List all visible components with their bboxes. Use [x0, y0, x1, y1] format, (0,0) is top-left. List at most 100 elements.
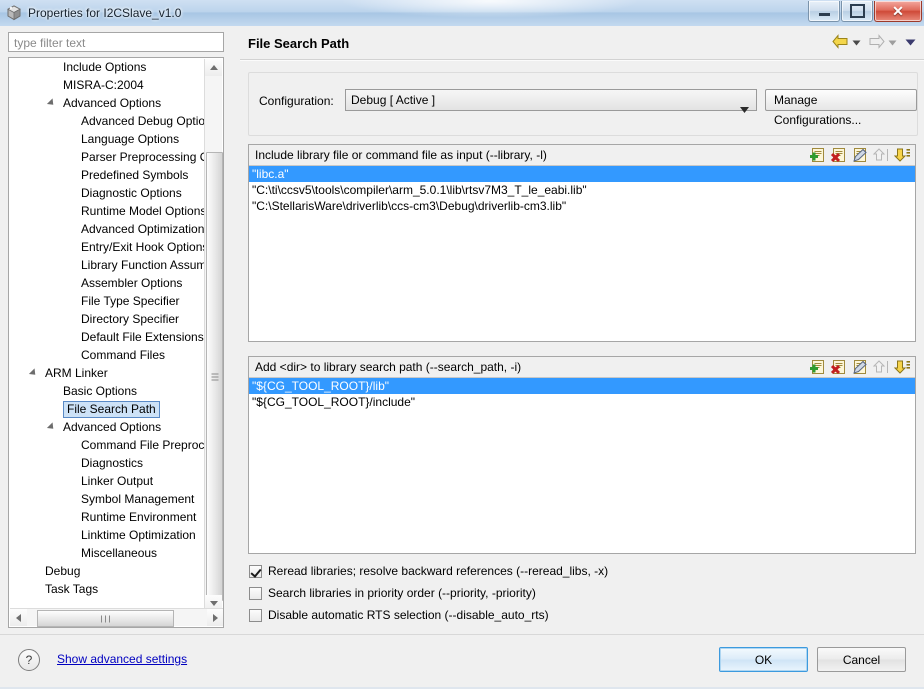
tree-item-label: Command Files [81, 348, 166, 362]
tree-item-label: Include Options [63, 60, 147, 74]
tree-item-command-files[interactable]: Command Files [9, 346, 205, 364]
tree-item-directory-specifier[interactable]: Directory Specifier [9, 310, 205, 328]
tree-vertical-scrollbar[interactable] [204, 59, 223, 612]
tree-item-command-file-preprocessing[interactable]: Command File Preprocessing [9, 436, 205, 454]
tree-item-label: Command File Preprocessing [81, 438, 205, 452]
tree-item-label: Task Tags [45, 582, 99, 596]
properties-dialog: Properties for I2CSlave_v1.0 ✕ type filt… [0, 0, 924, 689]
horizontal-scroll-thumb[interactable] [37, 610, 174, 627]
tree-item-misra-c-2004[interactable]: MISRA-C:2004 [9, 76, 205, 94]
list-item[interactable]: "libc.a" [249, 166, 915, 182]
tree-item-label: Runtime Model Options [81, 204, 205, 218]
expander-arrow-icon[interactable] [46, 98, 57, 108]
back-arrow-icon[interactable] [832, 34, 849, 52]
tree-item-advanced-options[interactable]: Advanced Options [9, 94, 205, 112]
tree-item-symbol-management[interactable]: Symbol Management [9, 490, 205, 508]
tree-item-miscellaneous[interactable]: Miscellaneous [9, 544, 205, 562]
tree-item-advanced-optimizations[interactable]: Advanced Optimizations [9, 220, 205, 238]
scroll-left-button[interactable] [10, 609, 27, 626]
close-button[interactable]: ✕ [874, 1, 922, 22]
tree-item-predefined-symbols[interactable]: Predefined Symbols [9, 166, 205, 184]
triangle-down-icon [209, 601, 218, 606]
triangle-left-icon [16, 613, 21, 622]
view-menu-chevron-down-icon[interactable] [905, 36, 916, 50]
tree-item-label: Linker Output [81, 474, 154, 488]
tree-item-file-type-specifier[interactable]: File Type Specifier [9, 292, 205, 310]
checkbox-label: Disable automatic RTS selection (--disab… [268, 608, 549, 622]
expander-arrow-icon[interactable] [28, 368, 39, 378]
library-list-rows[interactable]: "libc.a" "C:\ti\ccsv5\tools\compiler\arm_… [249, 166, 915, 214]
tree-item-file-search-path[interactable]: File Search Path [9, 400, 205, 418]
tree-item-entry-exit-hook-options[interactable]: Entry/Exit Hook Options [9, 238, 205, 256]
cancel-button[interactable]: Cancel [817, 647, 906, 672]
tree-item-language-options[interactable]: Language Options [9, 130, 205, 148]
tree-item-runtime-model-options[interactable]: Runtime Model Options [9, 202, 205, 220]
tree-item-advanced-debug-options[interactable]: Advanced Debug Options [9, 112, 205, 130]
checkbox-unchecked-icon[interactable] [249, 586, 262, 600]
tree-item-label: Entry/Exit Hook Options [81, 240, 205, 254]
scroll-right-button[interactable] [207, 609, 223, 626]
restore-button[interactable] [841, 1, 873, 22]
checkbox-row[interactable]: Reread libraries; resolve backward refer… [249, 564, 608, 578]
triangle-right-icon [213, 613, 218, 622]
expander-arrow-icon[interactable] [46, 422, 57, 432]
checkbox-row[interactable]: Search libraries in priority order (--pr… [249, 586, 536, 600]
configuration-value: Debug [ Active ] [351, 93, 436, 107]
vertical-scroll-thumb[interactable] [206, 152, 223, 601]
configuration-group: Configuration: Debug [ Active ] Manage C… [248, 72, 918, 136]
tree-items: Include Options MISRA-C:2004 Advanced Opti… [9, 58, 205, 611]
tree-item-diagnostic-options[interactable]: Diagnostic Options [9, 184, 205, 202]
tree-item-default-file-extensions[interactable]: Default File Extensions [9, 328, 205, 346]
configuration-label: Configuration: [259, 94, 334, 108]
list-item[interactable]: "${CG_TOOL_ROOT}/lib" [249, 378, 915, 394]
checkbox-checked-icon[interactable] [249, 564, 262, 578]
close-icon: ✕ [892, 3, 904, 19]
help-icon[interactable]: ? [18, 649, 40, 671]
forward-menu-chevron-down-icon [888, 36, 897, 50]
tree-item-arm-linker[interactable]: ARM Linker [9, 364, 205, 382]
tree-item-runtime-environment[interactable]: Runtime Environment [9, 508, 205, 526]
scroll-up-button[interactable] [205, 59, 222, 76]
search-path-list-rows[interactable]: "${CG_TOOL_ROOT}/lib" "${CG_TOOL_ROOT}/in… [249, 378, 915, 410]
tree-item-label: Default File Extensions [81, 330, 204, 344]
titlebar-glow [340, 0, 640, 18]
checkbox-label: Search libraries in priority order (--pr… [268, 586, 536, 600]
settings-tree[interactable]: Include Options MISRA-C:2004 Advanced Opti… [8, 57, 224, 628]
tree-item-basic-options[interactable]: Basic Options [9, 382, 205, 400]
tree-item-label: Symbol Management [81, 492, 195, 506]
show-advanced-settings-link[interactable]: Show advanced settings [57, 652, 187, 666]
library-list-header: Include library file or command file as … [249, 145, 915, 166]
back-menu-chevron-down-icon[interactable] [852, 36, 861, 50]
checkbox-unchecked-icon[interactable] [249, 608, 262, 622]
tree-item-label: MISRA-C:2004 [63, 78, 144, 92]
tree-item-label: Advanced Options [63, 420, 162, 434]
list-item[interactable]: "${CG_TOOL_ROOT}/include" [249, 394, 915, 410]
tree-item-debug[interactable]: Debug [9, 562, 205, 580]
configuration-select[interactable]: Debug [ Active ] [345, 89, 757, 113]
scroll-grip-icon [211, 371, 218, 382]
tree-item-diagnostics[interactable]: Diagnostics [9, 454, 205, 472]
manage-configurations-button[interactable]: Manage Configurations... [765, 89, 917, 127]
checkbox-row[interactable]: Disable automatic RTS selection (--disab… [249, 608, 549, 622]
tree-item-label: Parser Preprocessing Options [81, 150, 205, 164]
minimize-button[interactable] [808, 1, 840, 22]
tree-item-linker-output[interactable]: Linker Output [9, 472, 205, 490]
search-path-list-header: Add <dir> to library search path (--sear… [249, 357, 915, 378]
tree-item-label: Debug [45, 564, 81, 578]
tree-item-label: Runtime Environment [81, 510, 197, 524]
tree-horizontal-scrollbar[interactable] [10, 608, 223, 627]
tree-item-advanced-options[interactable]: Advanced Options [9, 418, 205, 436]
tree-item-linktime-optimization[interactable]: Linktime Optimization [9, 526, 205, 544]
tree-item-parser-preprocessing-options[interactable]: Parser Preprocessing Options [9, 148, 205, 166]
list-item[interactable]: "C:\ti\ccsv5\tools\compiler\arm_5.0.1\li… [249, 182, 915, 198]
dialog-footer: ? Show advanced settings OK Cancel [0, 634, 924, 689]
ok-button[interactable]: OK [719, 647, 808, 672]
tree-item-label: Diagnostic Options [81, 186, 182, 200]
tree-item-task-tags[interactable]: Task Tags [9, 580, 205, 598]
tree-item-assembler-options[interactable]: Assembler Options [9, 274, 205, 292]
tree-item-label: Advanced Debug Options [81, 114, 205, 128]
tree-item-library-function-assumptions[interactable]: Library Function Assumptions [9, 256, 205, 274]
tree-item-include-options[interactable]: Include Options [9, 58, 205, 76]
filter-input[interactable]: type filter text [8, 32, 224, 52]
list-item[interactable]: "C:\StellarisWare\driverlib\ccs-cm3\Debu… [249, 198, 915, 214]
